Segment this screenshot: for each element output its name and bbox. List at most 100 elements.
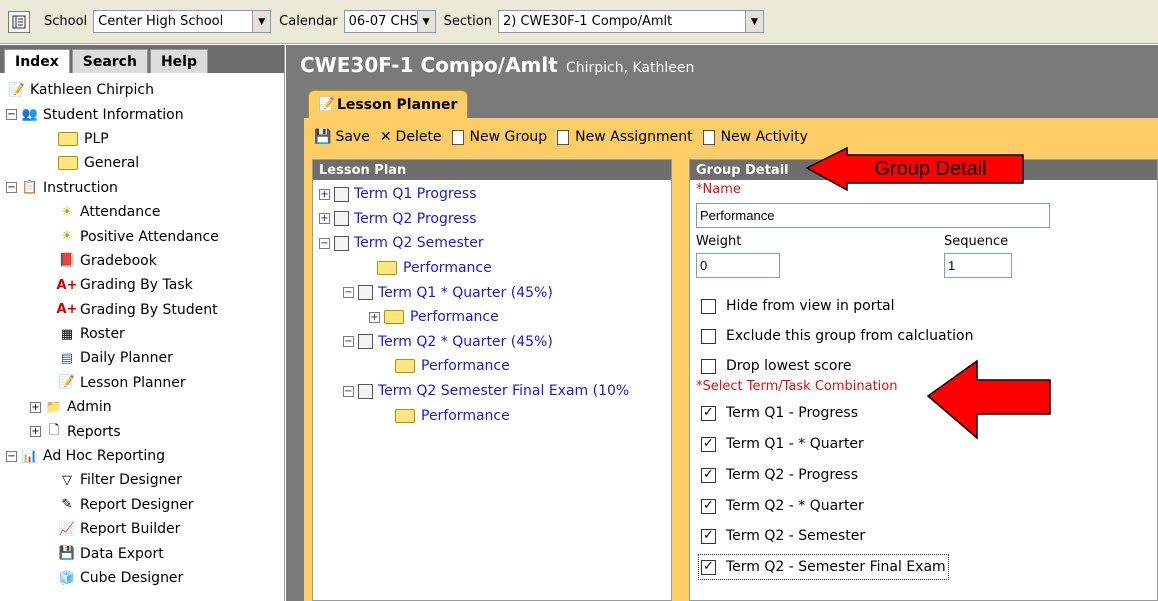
exclude-calculation-checkbox[interactable]: Exclude this group from calcluation	[701, 326, 973, 346]
gradebook-icon: 📕	[58, 253, 76, 269]
collapse-icon[interactable]: −	[343, 287, 354, 299]
reports-document-icon: 🗋	[48, 422, 60, 438]
drop-lowest-checkbox[interactable]: Drop lowest score	[701, 356, 852, 376]
menu-toggle-icon[interactable]	[8, 10, 30, 33]
nav-item-report-builder[interactable]: 📈 Report Builder	[0, 517, 284, 541]
tree-item-term[interactable]: + Term Q1 Progress	[313, 182, 671, 207]
name-field[interactable]	[696, 203, 1050, 228]
cube-icon: 🧊	[58, 570, 76, 586]
new-activity-button[interactable]: New Activity	[702, 129, 823, 145]
tree-item-group[interactable]: Performance	[313, 354, 671, 379]
left-navigation: Index Search Help 📝 Kathleen Chirpich − …	[0, 45, 285, 601]
nav-item-report-designer[interactable]: ✎ Report Designer	[0, 493, 284, 517]
combo-checkbox[interactable]: ✓ Term Q1 - * Quarter	[701, 434, 864, 454]
nav-item-grading-by-student[interactable]: A+ Grading By Student	[0, 298, 284, 322]
new-assignment-button[interactable]: New Assignment	[557, 129, 693, 145]
nav-item-reports[interactable]: + 🗋 Reports	[0, 419, 284, 443]
tab-search[interactable]: Search	[71, 49, 148, 73]
collapse-icon[interactable]: −	[6, 109, 17, 121]
nav-item-general[interactable]: General	[0, 151, 284, 175]
report-designer-icon: ✎	[61, 497, 73, 513]
nav-item-lesson-planner[interactable]: 📝 Lesson Planner	[0, 371, 284, 395]
nav-item-label: Report Builder	[80, 521, 181, 538]
collapse-icon[interactable]: −	[319, 237, 330, 249]
nav-user[interactable]: 📝 Kathleen Chirpich	[0, 78, 284, 102]
nav-user-label: Kathleen Chirpich	[30, 82, 154, 99]
combo-checkbox[interactable]: ✓ Term Q1 - Progress	[701, 403, 858, 423]
combo-checkbox[interactable]: ✓ Term Q2 - Semester Final Exam	[698, 554, 949, 580]
checkbox-unchecked[interactable]	[701, 298, 716, 314]
checkbox-checked[interactable]: ✓	[701, 528, 716, 544]
weight-field[interactable]	[696, 253, 780, 278]
nav-item-gradebook[interactable]: 📕 Gradebook	[0, 249, 284, 273]
checkbox-checked[interactable]: ✓	[701, 498, 716, 514]
delete-button[interactable]: ✕ Delete	[380, 129, 442, 145]
checkbox-checked[interactable]: ✓	[701, 467, 716, 483]
checkbox-checked[interactable]: ✓	[701, 405, 716, 421]
nav-item-cube-designer[interactable]: 🧊 Cube Designer	[0, 566, 284, 590]
floppy-disk-icon: 💾	[58, 546, 76, 562]
tree-item-term[interactable]: − Term Q2 Semester Final Exam (10%	[313, 379, 671, 404]
checkbox-unchecked[interactable]	[701, 358, 716, 374]
nav-item-grading-by-task[interactable]: A+ Grading By Task	[0, 273, 284, 297]
collapse-icon[interactable]: −	[6, 450, 17, 462]
nav-item-daily-planner[interactable]: ▤ Daily Planner	[0, 346, 284, 370]
expand-icon[interactable]: +	[319, 188, 330, 200]
nav-tree: 📝 Kathleen Chirpich − 👥 Student Informat…	[0, 73, 284, 590]
tab-help[interactable]: Help	[149, 49, 208, 73]
nav-item-label: Gradebook	[80, 252, 157, 269]
school-select[interactable]: Center High School ▼	[93, 10, 272, 33]
chevron-down-icon[interactable]: ▼	[416, 11, 435, 32]
combo-checkbox[interactable]: ✓ Term Q2 - Semester	[701, 526, 865, 546]
checkbox-label: Term Q2 - Semester	[726, 528, 866, 544]
nav-item-instruction[interactable]: − 📋 Instruction	[0, 176, 284, 200]
collapse-icon[interactable]: −	[6, 182, 17, 194]
group-detail-pane: Group Detail *Name Weight Sequence Hide …	[689, 159, 1158, 601]
expand-icon[interactable]: +	[319, 213, 330, 225]
nav-item-data-export[interactable]: 💾 Data Export	[0, 541, 284, 565]
section-label: Section	[443, 14, 492, 29]
new-group-button[interactable]: New Group	[451, 129, 547, 145]
hide-from-portal-checkbox[interactable]: Hide from view in portal	[701, 296, 894, 316]
tree-item-term[interactable]: + Term Q2 Progress	[313, 207, 671, 232]
tree-item-group[interactable]: Performance	[313, 256, 671, 281]
sequence-field[interactable]	[944, 253, 1012, 278]
collapse-icon[interactable]: −	[343, 336, 354, 348]
calendar-select[interactable]: 06-07 CHS ▼	[343, 10, 436, 33]
section-select[interactable]: 2) CWE30F-1 Compo/Amlt ▼	[497, 10, 764, 33]
tree-item-label: Performance	[421, 407, 510, 424]
nav-item-positive-attendance[interactable]: ☀ Positive Attendance	[0, 224, 284, 248]
checkbox-checked[interactable]: ✓	[701, 559, 716, 575]
checkbox-label: Term Q1 - * Quarter	[726, 436, 864, 452]
tree-item-group[interactable]: Performance	[313, 403, 671, 428]
checkbox-checked[interactable]: ✓	[701, 436, 716, 452]
nav-item-label: Cube Designer	[80, 570, 184, 586]
save-button[interactable]: 💾 Save	[314, 129, 370, 145]
nav-item-roster[interactable]: ▦ Roster	[0, 322, 284, 346]
nav-item-ad-hoc-reporting[interactable]: − 📊 Ad Hoc Reporting	[0, 444, 284, 468]
tree-item-term[interactable]: − Term Q1 * Quarter (45%)	[313, 280, 671, 305]
expand-icon[interactable]: +	[30, 426, 41, 438]
nav-item-label: Reports	[67, 423, 121, 440]
chevron-down-icon[interactable]: ▼	[252, 11, 271, 32]
chevron-down-icon[interactable]: ▼	[744, 11, 763, 32]
tree-item-group[interactable]: + Performance	[313, 305, 671, 330]
nav-item-filter-designer[interactable]: ▽ Filter Designer	[0, 468, 284, 492]
nav-item-attendance[interactable]: ☀ Attendance	[0, 200, 284, 224]
nav-item-student-information[interactable]: − 👥 Student Information	[0, 102, 284, 126]
nav-item-label: Data Export	[80, 545, 164, 562]
tree-item-term[interactable]: − Term Q2 Semester	[313, 231, 671, 256]
checkbox-unchecked[interactable]	[701, 328, 716, 344]
expand-icon[interactable]: +	[30, 401, 41, 413]
tab-lesson-planner[interactable]: 📝 Lesson Planner	[308, 90, 469, 118]
combo-checkbox[interactable]: ✓ Term Q2 - Progress	[701, 465, 858, 485]
expand-icon[interactable]: +	[369, 311, 380, 323]
tree-item-term[interactable]: − Term Q2 * Quarter (45%)	[313, 330, 671, 355]
calendar-value: 06-07 CHS	[348, 14, 417, 29]
nav-item-plp[interactable]: PLP	[0, 127, 284, 151]
tree-item-label: Performance	[403, 260, 492, 277]
tab-index[interactable]: Index	[4, 49, 70, 73]
combo-checkbox[interactable]: ✓ Term Q2 - * Quarter	[701, 496, 864, 516]
collapse-icon[interactable]: −	[343, 385, 354, 397]
nav-item-admin[interactable]: + 📁 Admin	[0, 395, 284, 419]
